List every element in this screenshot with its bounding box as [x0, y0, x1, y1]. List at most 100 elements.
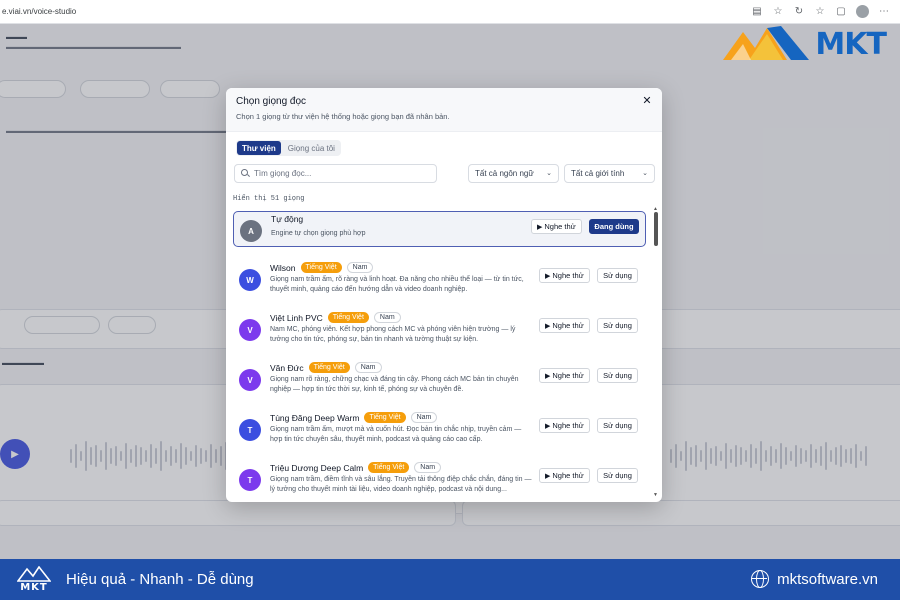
- avatar: T: [239, 419, 261, 441]
- avatar: V: [239, 319, 261, 341]
- voice-name-row: Triệu Dương Deep Calm Tiếng Việt Nam: [270, 462, 442, 473]
- reader-icon[interactable]: ▤: [751, 6, 763, 18]
- listen-button[interactable]: ▶ Nghe thử: [539, 268, 590, 283]
- listen-button[interactable]: ▶ Nghe thử: [539, 368, 590, 383]
- avatar: W: [239, 269, 261, 291]
- use-button[interactable]: Sử dụng: [597, 418, 638, 433]
- gender-badge: Nam: [346, 262, 374, 273]
- voice-description: Engine tự chọn giọng phù hợp: [271, 230, 366, 237]
- language-badge: Tiếng Việt: [327, 312, 369, 323]
- voice-name: Wilson: [270, 262, 296, 273]
- collections-icon[interactable]: ▢: [835, 6, 847, 18]
- chevron-down-icon: ⌄: [546, 170, 552, 177]
- gender-badge: Nam: [354, 362, 382, 373]
- language-badge: Tiếng Việt: [364, 412, 406, 423]
- brand-logo: MKT: [721, 24, 887, 64]
- in-use-button[interactable]: Đang dùng: [589, 219, 639, 234]
- modal-title: Chọn giọng đọc: [236, 96, 307, 107]
- listen-label: Nghe thử: [552, 371, 584, 380]
- listen-label: Nghe thử: [552, 321, 584, 330]
- footer-mountain-icon: [17, 566, 51, 582]
- voice-name: Tự động: [271, 214, 304, 224]
- voice-description: Giọng nam rõ ràng, chững chạc và đáng ti…: [270, 376, 519, 393]
- voice-card-auto[interactable]: A Tự động Engine tự chọn giọng phù hợp ▶…: [233, 211, 646, 247]
- voice-name-row: Văn Đức Tiếng Việt Nam: [270, 362, 382, 373]
- website-text: mktsoftware.vn: [777, 570, 878, 588]
- listen-label: Nghe thử: [544, 222, 576, 231]
- tab-library[interactable]: Thư viện: [237, 141, 281, 155]
- language-badge: Tiếng Việt: [308, 362, 350, 373]
- more-icon[interactable]: ⋯: [878, 6, 890, 18]
- tab-my-voices[interactable]: Giọng của tôi: [283, 141, 340, 155]
- voice-card-trieu-duong[interactable]: T Triệu Dương Deep Calm Tiếng Việt Nam G…: [233, 461, 646, 497]
- footer-banner: MKT Hiệu quả - Nhanh - Dễ dùng mktsoftwa…: [0, 559, 900, 600]
- listen-button[interactable]: ▶ Nghe thử: [539, 318, 590, 333]
- voice-description: Giọng nam trầm ấm, mượt mà và cuốn hút. …: [270, 426, 522, 443]
- use-button[interactable]: Sử dụng: [597, 318, 638, 333]
- gender-badge: Nam: [410, 412, 438, 423]
- modal-header: Chọn giọng đọc Chọn 1 giọng từ thư viện …: [226, 88, 662, 132]
- listen-label: Nghe thử: [552, 421, 584, 430]
- gender-select[interactable]: Tất cả giới tính ⌄: [564, 164, 655, 183]
- voice-name: Triệu Dương Deep Calm: [270, 462, 364, 473]
- browser-toolbar: e.viai.vn/voice-studio ▤ ☆ ↻ ☆ ▢ ⋯: [0, 0, 900, 24]
- address-bar[interactable]: e.viai.vn/voice-studio: [2, 7, 76, 16]
- voice-name-row: Tùng Đăng Deep Warm Tiếng Việt Nam: [270, 412, 438, 423]
- play-icon: ▶: [545, 322, 551, 330]
- listen-button[interactable]: ▶ Nghe thử: [539, 418, 590, 433]
- avatar: A: [240, 220, 262, 242]
- footer-tagline: Hiệu quả - Nhanh - Dễ dùng: [66, 571, 254, 588]
- voice-name-row: Tự động: [271, 214, 303, 224]
- voice-count: Hiển thị 51 giọng: [233, 195, 305, 203]
- gender-select-value: Tất cả giới tính: [571, 169, 625, 178]
- listen-button[interactable]: ▶ Nghe thử: [531, 219, 582, 234]
- close-icon[interactable]: ✕: [640, 94, 654, 108]
- voice-list[interactable]: A Tự động Engine tự chọn giọng phù hợp ▶…: [226, 206, 662, 502]
- globe-icon: [751, 570, 770, 588]
- voice-card-van-duc[interactable]: V Văn Đức Tiếng Việt Nam Giọng nam rõ rà…: [233, 361, 646, 397]
- search-box: [234, 164, 437, 183]
- browser-icons: ▤ ☆ ↻ ☆ ▢ ⋯: [751, 5, 890, 18]
- listen-label: Nghe thử: [552, 471, 584, 480]
- voice-name: Việt Linh PVC: [270, 312, 323, 323]
- use-button[interactable]: Sử dụng: [597, 268, 638, 283]
- avatar: T: [239, 469, 261, 491]
- language-badge: Tiếng Việt: [300, 262, 342, 273]
- refresh-icon[interactable]: ↻: [793, 6, 805, 18]
- use-button[interactable]: Sử dụng: [597, 368, 638, 383]
- voice-description: Nam MC, phóng viên. Kết hợp phong cách M…: [270, 326, 516, 343]
- voice-card-viet-linh[interactable]: V Việt Linh PVC Tiếng Việt Nam Nam MC, p…: [233, 311, 646, 347]
- voice-description: Giọng nam trầm, điềm tĩnh và sâu lắng. T…: [270, 476, 532, 493]
- scroll-down-arrow-icon[interactable]: ▼: [653, 492, 658, 498]
- language-select-value: Tất cả ngôn ngữ: [475, 169, 534, 178]
- profile-avatar-icon[interactable]: [856, 5, 869, 18]
- play-icon: ▶: [545, 422, 551, 430]
- modal-subtitle: Chọn 1 giọng từ thư viện hệ thống hoặc g…: [236, 112, 450, 121]
- chevron-down-icon: ⌄: [642, 170, 648, 177]
- listen-label: Nghe thử: [552, 271, 584, 280]
- language-select[interactable]: Tất cả ngôn ngữ ⌄: [468, 164, 559, 183]
- search-input[interactable]: [254, 169, 434, 178]
- favorites-icon[interactable]: ☆: [814, 6, 826, 18]
- voice-card-tung-dang[interactable]: T Tùng Đăng Deep Warm Tiếng Việt Nam Giọ…: [233, 411, 646, 447]
- search-icon: [241, 169, 250, 178]
- footer-logo-text: MKT: [20, 582, 48, 593]
- listen-button[interactable]: ▶ Nghe thử: [539, 468, 590, 483]
- voice-tabs: Thư viện Giọng của tôi: [236, 140, 341, 156]
- footer-website[interactable]: mktsoftware.vn: [751, 570, 878, 588]
- voice-list-scrollbar[interactable]: ▲ ▼: [653, 206, 659, 498]
- voice-description: Giọng nam trầm ấm, rõ ràng và linh hoạt.…: [270, 276, 524, 293]
- avatar: V: [239, 369, 261, 391]
- gender-badge: Nam: [373, 312, 401, 323]
- bookmark-star-icon[interactable]: ☆: [772, 6, 784, 18]
- voice-name: Văn Đức: [270, 362, 304, 373]
- footer-logo: MKT: [14, 563, 54, 597]
- voice-name: Tùng Đăng Deep Warm: [270, 412, 360, 423]
- scroll-thumb[interactable]: [654, 212, 658, 246]
- use-button[interactable]: Sử dụng: [597, 468, 638, 483]
- play-icon: ▶: [545, 472, 551, 480]
- play-icon: ▶: [537, 223, 543, 231]
- voice-name-row: Wilson Tiếng Việt Nam: [270, 262, 374, 273]
- voice-card-wilson[interactable]: W Wilson Tiếng Việt Nam Giọng nam trầm ấ…: [233, 261, 646, 297]
- mkt-logo-icon: [723, 26, 810, 60]
